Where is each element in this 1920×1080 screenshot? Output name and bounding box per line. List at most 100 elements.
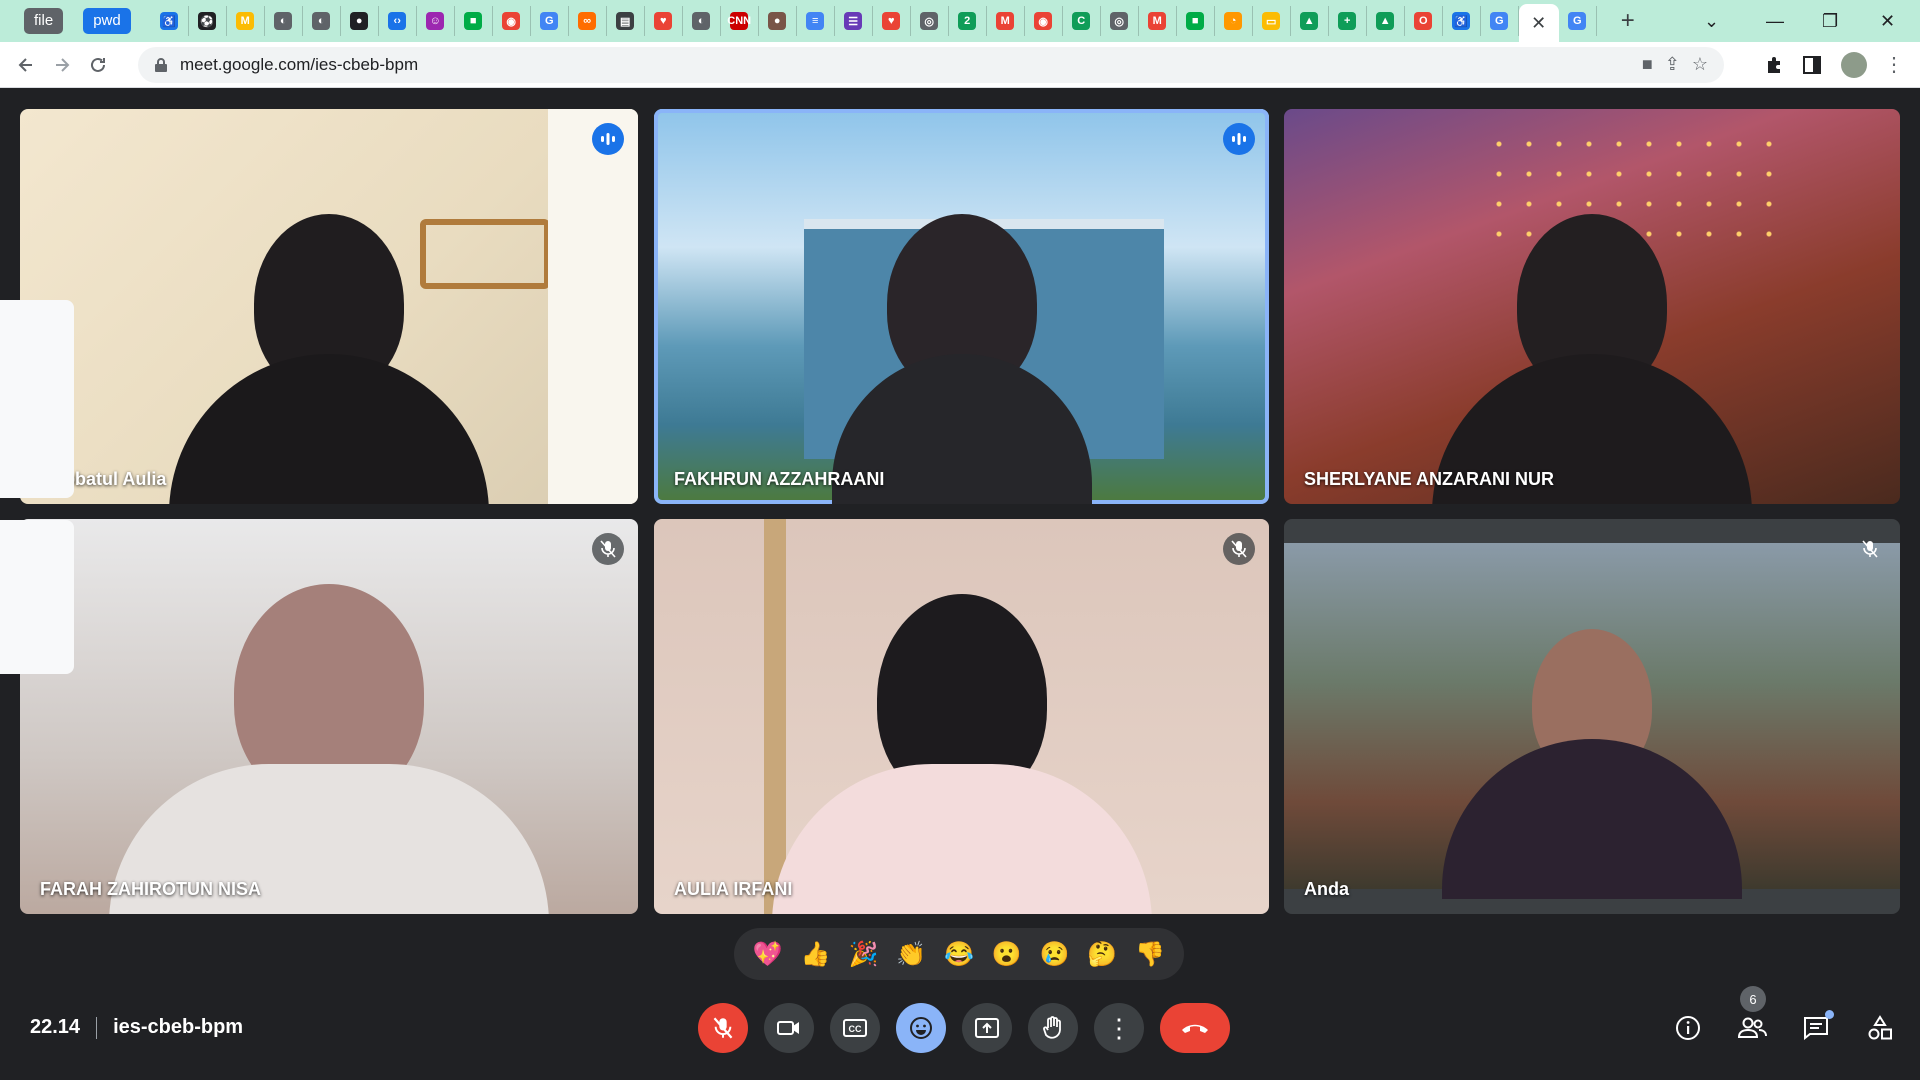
toggle-mic-button[interactable] [698,1003,748,1053]
camera-in-use-icon[interactable]: ■ [1642,54,1653,75]
url-text[interactable]: meet.google.com/ies-cbeb-bpm [180,55,418,75]
meeting-details-button[interactable] [1670,1010,1706,1046]
pinned-tab[interactable]: ▲ [1367,6,1405,36]
pinned-tab[interactable]: ♿ [1443,6,1481,36]
pinned-tab[interactable]: ♥ [873,6,911,36]
pinned-tab[interactable]: ◎ [911,6,949,36]
new-tab-button[interactable]: + [1621,7,1635,35]
profile-avatar[interactable] [1836,47,1872,83]
present-screen-button[interactable] [962,1003,1012,1053]
chrome-menu-button[interactable]: ⋮ [1876,47,1912,83]
pinned-tab[interactable]: M [987,6,1025,36]
participant-tile[interactable]: SHERLYANE ANZARANI NUR [1284,109,1900,504]
pinned-tab[interactable]: ● [759,6,797,36]
pinned-tab[interactable]: G [1481,6,1519,36]
participant-name: AULIA IRFANI [674,879,793,899]
pinned-tab[interactable]: CNN [721,6,759,36]
pinned-tab[interactable]: ∞ [569,6,607,36]
pinned-tab[interactable]: ≡ [797,6,835,36]
reload-button[interactable] [80,47,116,83]
lock-icon[interactable] [154,57,168,73]
participant-tile[interactable]: FAKHRUN AZZAHRAANI [654,109,1269,504]
participant-tile[interactable]: Robbatul Aulia [20,109,638,504]
participant-tile[interactable]: FARAH ZAHIROTUN NISA [20,519,638,914]
pinned-tab[interactable]: ☰ [835,6,873,36]
reaction-emoji[interactable]: 💖 [751,937,785,971]
reaction-emoji[interactable]: 🎉 [846,937,880,971]
tab-google[interactable]: G [1559,6,1597,36]
minimize-icon[interactable]: — [1766,11,1784,32]
pinned-tab[interactable]: ◉ [493,6,531,36]
pinned-tab[interactable]: ● [341,6,379,36]
leave-call-button[interactable] [1160,1003,1230,1053]
reaction-emoji[interactable]: 👍 [799,937,833,971]
pinned-tab[interactable]: ▲ [1291,6,1329,36]
close-icon[interactable]: ✕ [1880,11,1895,32]
pinned-tab[interactable]: ◔ [1215,6,1253,36]
svg-text:CC: CC [849,1024,862,1034]
restore-icon[interactable]: ❐ [1822,11,1838,32]
pinned-tab[interactable]: C [1063,6,1101,36]
pinned-tab[interactable]: ▭ [1253,6,1291,36]
bookmark-file[interactable]: file [24,8,64,34]
participant-tile[interactable]: Anda [1284,519,1900,914]
pinned-tab[interactable]: ◐ [683,6,721,36]
pinned-tab[interactable]: ☺ [417,6,455,36]
close-window-button[interactable]: ✕ [1880,0,1895,42]
pinned-tab[interactable]: ♥ [645,6,683,36]
toggle-camera-button[interactable] [764,1003,814,1053]
pinned-tab[interactable]: ◐ [303,6,341,36]
reaction-emoji[interactable]: 🤔 [1085,937,1119,971]
pinned-tab[interactable]: ◐ [265,6,303,36]
side-panel-overlay[interactable] [0,520,74,674]
minimize-button[interactable]: — [1766,0,1784,42]
reactions-button[interactable] [896,1003,946,1053]
side-panel-button[interactable] [1794,47,1830,83]
chat-button[interactable] [1798,1010,1834,1046]
back-button[interactable] [8,47,44,83]
active-tab[interactable]: ✕ [1518,4,1559,42]
pinned-tab[interactable]: ♿ [151,6,189,36]
pinned-tab[interactable]: ◎ [1101,6,1139,36]
reaction-emoji[interactable]: 😮 [990,937,1024,971]
pinned-tab[interactable]: ■ [1177,6,1215,36]
closed-captions-icon: CC [843,1019,867,1037]
pinned-tab[interactable]: ⚽ [189,6,227,36]
people-button[interactable]: 6 [1734,986,1770,1046]
pinned-tab[interactable]: M [1139,6,1177,36]
pinned-tab[interactable]: ■ [455,6,493,36]
raise-hand-button[interactable] [1028,1003,1078,1053]
pinned-tab[interactable]: G [531,6,569,36]
mic-off-icon [600,540,616,558]
pinned-tab[interactable]: ◉ [1025,6,1063,36]
extensions-button[interactable] [1756,47,1792,83]
chevron-down-icon[interactable]: ⌄ [1704,11,1719,32]
pinned-tab[interactable]: M [227,6,265,36]
classroom-icon: C [1072,12,1091,30]
share-icon[interactable]: ⇪ [1665,54,1680,75]
opera-icon: O [1414,12,1433,30]
participant-tile[interactable]: AULIA IRFANI [654,519,1269,914]
restore-button[interactable]: ❐ [1822,0,1838,42]
pinned-tab[interactable]: ‹› [379,6,417,36]
activities-button[interactable] [1862,1010,1898,1046]
forward-button[interactable] [44,47,80,83]
tab-search-button[interactable]: ⌄ [1704,0,1719,42]
address-bar[interactable]: meet.google.com/ies-cbeb-bpm ■ ⇪ ☆ [138,47,1724,83]
bookmark-star-icon[interactable]: ☆ [1692,54,1708,75]
pinned-tab[interactable]: O [1405,6,1443,36]
captions-button[interactable]: CC [830,1003,880,1053]
reaction-emoji[interactable]: 😂 [942,937,976,971]
reaction-emoji[interactable]: 👏 [894,937,928,971]
reaction-emoji[interactable]: 👎 [1133,937,1167,971]
pinned-tab[interactable]: + [1329,6,1367,36]
more-options-button[interactable]: ⋮ [1094,1003,1144,1053]
side-panel-overlay[interactable] [0,300,74,498]
pinned-tab[interactable]: ▤ [607,6,645,36]
close-tab-icon[interactable]: ✕ [1531,13,1546,34]
bookmark-pwd[interactable]: pwd [83,8,131,34]
reaction-emoji[interactable]: 😢 [1037,937,1071,971]
muted-indicator [1854,533,1886,565]
pinned-tab[interactable]: 2 [949,6,987,36]
hangouts-icon: ◔ [1224,12,1243,30]
